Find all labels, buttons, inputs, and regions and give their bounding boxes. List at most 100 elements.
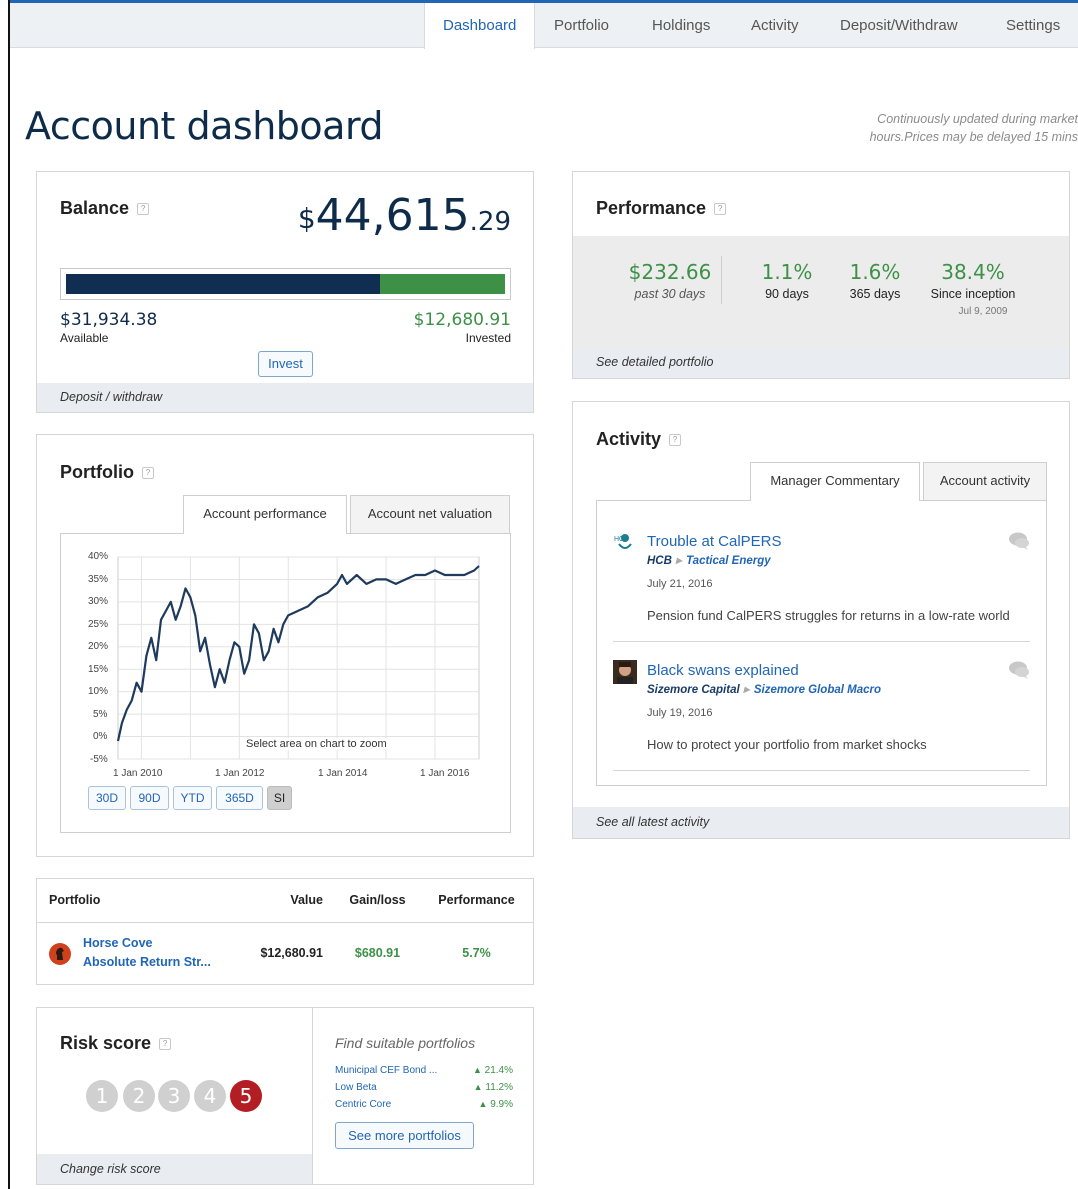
see-more-portfolios-button[interactable]: See more portfolios xyxy=(335,1122,474,1149)
tab-dashboard[interactable]: Dashboard xyxy=(424,3,536,49)
range-30d-button[interactable]: 30D xyxy=(88,786,126,810)
suggestion-name[interactable]: Low Beta xyxy=(335,1079,377,1096)
suggestion-name[interactable]: Municipal CEF Bond ... xyxy=(335,1062,437,1079)
metric-90d-value: 1.1% xyxy=(761,260,813,284)
item-divider xyxy=(613,770,1030,771)
balance-title: Balance? xyxy=(60,198,150,219)
performance-title: Performance? xyxy=(596,198,727,219)
strategy-link[interactable]: Tactical Energy xyxy=(686,555,771,567)
activity-title-text: Activity xyxy=(596,429,662,449)
manager-link[interactable]: HCB xyxy=(647,555,672,567)
metric-90d-label: 90 days xyxy=(765,287,809,301)
metric-30d-label: past 30 days xyxy=(634,287,706,301)
metric-inception-date: Jul 9, 2009 xyxy=(958,306,1008,317)
comment-icon[interactable] xyxy=(1007,531,1031,556)
portfolio-name-link[interactable]: Horse Cove xyxy=(83,934,226,953)
activity-item-title[interactable]: Black swans explained xyxy=(647,662,799,679)
balance-card: Balance? $44,615.29 $31,934.38 Available… xyxy=(36,171,534,413)
risk-score-5-selected[interactable]: 5 xyxy=(230,1080,262,1112)
tab-settings[interactable]: Settings xyxy=(988,3,1078,48)
change-risk-score-link[interactable]: Change risk score xyxy=(37,1154,312,1184)
list-item[interactable]: Low Beta ▲ 11.2% xyxy=(335,1079,513,1096)
tab-account-activity[interactable]: Account activity xyxy=(923,462,1047,500)
x-tick: 1 Jan 2010 xyxy=(113,768,163,779)
tab-account-net-valuation[interactable]: Account net valuation xyxy=(350,495,510,533)
update-note: Continuously updated during market hours… xyxy=(869,112,1078,144)
range-si-button[interactable]: SI xyxy=(267,786,292,810)
tab-holdings[interactable]: Holdings xyxy=(634,3,728,48)
tab-manager-commentary[interactable]: Manager Commentary xyxy=(750,462,920,501)
invested-amount: $12,680.91 xyxy=(413,310,511,330)
invested-segment xyxy=(380,274,505,294)
zoom-hint: Select area on chart to zoom xyxy=(244,738,389,750)
activity-title: Activity? xyxy=(596,429,682,450)
table-row[interactable]: Horse Cove Absolute Return Str... $12,68… xyxy=(37,922,533,984)
activity-item-date: July 19, 2016 xyxy=(647,707,713,719)
help-icon[interactable]: ? xyxy=(159,1038,172,1051)
list-item[interactable]: Centric Core ▲ 9.9% xyxy=(335,1096,513,1113)
portfolio-title-text: Portfolio xyxy=(60,462,134,482)
deposit-withdraw-link[interactable]: Deposit / withdraw xyxy=(37,383,533,412)
activity-card: Activity? Manager Commentary Account act… xyxy=(572,401,1070,839)
find-portfolios-title: Find suitable portfolios xyxy=(335,1035,476,1051)
strategy-link[interactable]: Sizemore Global Macro xyxy=(754,684,881,696)
risk-score-2[interactable]: 2 xyxy=(123,1080,155,1112)
help-icon[interactable]: ? xyxy=(142,467,154,480)
manager-link[interactable]: Sizemore Capital xyxy=(647,684,740,696)
tab-account-performance[interactable]: Account performance xyxy=(183,495,347,534)
activity-item-description: How to protect your portfolio from marke… xyxy=(647,737,927,752)
risk-score-4[interactable]: 4 xyxy=(194,1080,226,1112)
metric-30d-value: $232.66 xyxy=(628,260,712,284)
see-detailed-portfolio-link[interactable]: See detailed portfolio xyxy=(573,347,1069,378)
performance-metrics: $232.66 past 30 days 1.1% 90 days 1.6% 3… xyxy=(573,236,1069,348)
col-portfolio: Portfolio xyxy=(37,879,227,923)
horse-icon xyxy=(49,942,71,965)
risk-score-3[interactable]: 3 xyxy=(158,1080,190,1112)
risk-card: Risk score? 1 2 3 4 5 Change risk score … xyxy=(36,1007,534,1185)
table-header-row: Portfolio Value Gain/loss Performance xyxy=(37,879,533,923)
help-icon[interactable]: ? xyxy=(669,434,682,447)
metric-divider xyxy=(721,256,722,304)
suggestion-name[interactable]: Centric Core xyxy=(335,1096,391,1113)
tab-deposit-withdraw[interactable]: Deposit/Withdraw xyxy=(822,3,976,48)
up-arrow-icon: ▲ xyxy=(478,1099,488,1109)
performance-title-text: Performance xyxy=(596,198,707,218)
range-90d-button[interactable]: 90D xyxy=(130,786,169,810)
activity-item-description: Pension fund CalPERS struggles for retur… xyxy=(647,608,1010,623)
list-item[interactable]: Municipal CEF Bond ... ▲ 21.4% xyxy=(335,1062,513,1079)
range-365d-button[interactable]: 365D xyxy=(216,786,263,810)
activity-item-meta: HCB ▶ Tactical Energy xyxy=(647,555,771,567)
separator-arrow-icon: ▶ xyxy=(675,556,683,565)
balance-main: 44,615 xyxy=(315,190,470,241)
window-left-edge xyxy=(8,0,10,1189)
metric-inception-label: Since inception xyxy=(930,287,1016,301)
portfolio-table-card: Portfolio Value Gain/loss Performance Ho… xyxy=(36,878,534,985)
portfolio-cell: Horse Cove Absolute Return Str... xyxy=(37,922,227,984)
see-all-activity-link[interactable]: See all latest activity xyxy=(573,807,1069,838)
activity-item-title[interactable]: Trouble at CalPERS xyxy=(647,533,782,550)
tab-activity[interactable]: Activity xyxy=(733,3,817,48)
item-divider xyxy=(613,641,1030,642)
invest-button[interactable]: Invest xyxy=(258,351,313,377)
suggestion-change: 9.9% xyxy=(490,1099,513,1110)
portfolio-card: Portfolio? Account performance Account n… xyxy=(36,434,534,857)
comment-icon[interactable] xyxy=(1007,660,1031,685)
risk-title-text: Risk score xyxy=(60,1033,152,1053)
available-amount: $31,934.38 xyxy=(60,310,158,330)
risk-title: Risk score? xyxy=(60,1033,172,1054)
portfolio-table: Portfolio Value Gain/loss Performance Ho… xyxy=(37,879,533,984)
portfolio-strategy-link[interactable]: Absolute Return Str... xyxy=(83,953,226,972)
suggestion-change: 11.2% xyxy=(485,1082,513,1093)
range-ytd-button[interactable]: YTD xyxy=(173,786,212,810)
commentary-pane: HCB Trouble at CalPERS HCB ▶ Tactical Ener… xyxy=(596,500,1047,786)
portfolio-performance: 5.7% xyxy=(462,946,491,961)
help-icon[interactable]: ? xyxy=(714,203,727,216)
risk-score-1[interactable]: 1 xyxy=(86,1080,118,1112)
hcb-logo: HCB xyxy=(613,532,637,552)
balance-currency: $ xyxy=(297,202,316,235)
performance-card: Performance? $232.66 past 30 days 1.1% 9… xyxy=(572,171,1070,379)
main-nav: Dashboard Portfolio Holdings Activity De… xyxy=(10,3,1078,49)
tab-portfolio[interactable]: Portfolio xyxy=(536,3,627,48)
help-icon[interactable]: ? xyxy=(137,203,150,216)
risk-divider xyxy=(312,1008,313,1184)
